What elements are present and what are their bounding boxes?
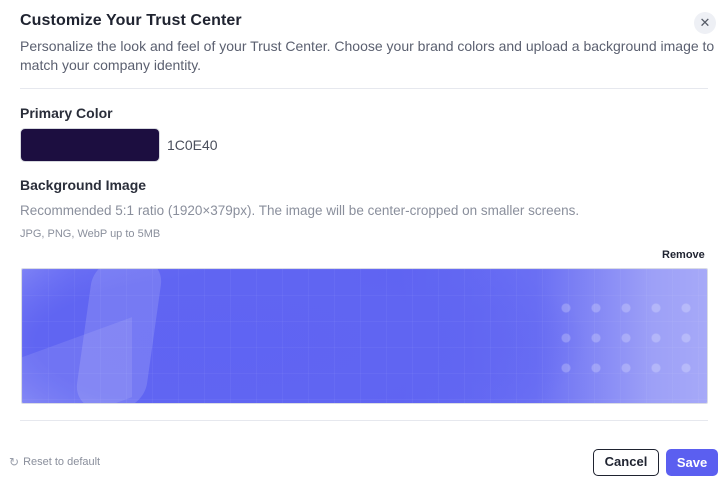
close-button[interactable]: ✕ <box>694 12 716 34</box>
save-button[interactable]: Save <box>666 449 718 476</box>
primary-color-hex[interactable]: 1C0E40 <box>167 137 218 153</box>
primary-color-swatch[interactable] <box>20 128 160 162</box>
divider <box>20 88 708 89</box>
reset-label: Reset to default <box>23 456 101 468</box>
reset-icon: ↻ <box>9 455 20 469</box>
background-image-label: Background Image <box>20 177 147 193</box>
reset-to-default-button[interactable]: ↻ Reset to default <box>9 455 100 469</box>
dialog-subtitle: Personalize the look and feel of your Tr… <box>20 38 715 73</box>
background-image-formats: JPG, PNG, WebP up to 5MB <box>20 228 161 240</box>
background-image-preview[interactable] <box>21 268 708 404</box>
background-image-hint: Recommended 5:1 ratio (1920×379px). The … <box>20 203 580 218</box>
dialog-title: Customize Your Trust Center <box>20 12 242 29</box>
customize-trust-center-dialog: Customize Your Trust Center ✕ Personaliz… <box>0 0 727 485</box>
banner-dot-pattern <box>551 293 701 393</box>
remove-image-button[interactable]: Remove <box>662 249 705 261</box>
close-icon: ✕ <box>699 15 711 30</box>
primary-color-label: Primary Color <box>20 105 113 121</box>
divider <box>20 420 708 421</box>
cancel-button[interactable]: Cancel <box>593 449 659 476</box>
